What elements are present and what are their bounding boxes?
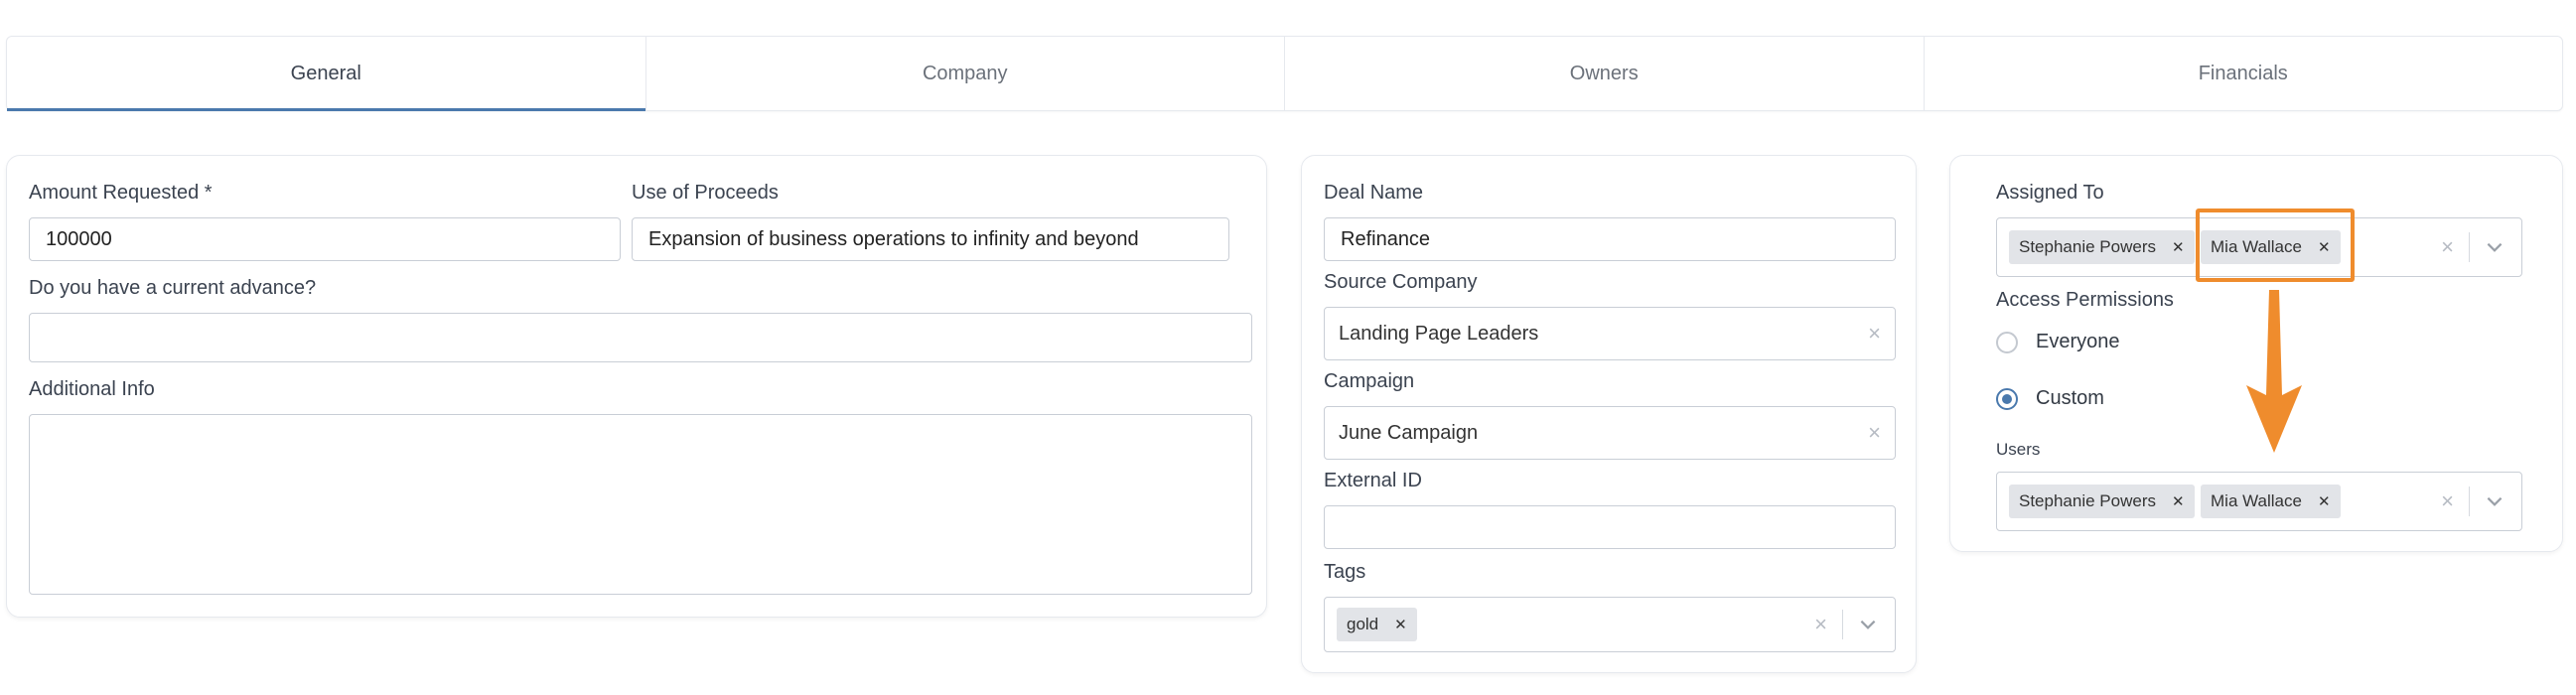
source-company-value: Landing Page Leaders [1339, 322, 1539, 345]
campaign-value: June Campaign [1339, 421, 1479, 444]
close-icon[interactable]: ✕ [2172, 492, 2185, 510]
tag-chip: gold ✕ [1337, 608, 1417, 641]
current-advance-label: Do you have a current advance? [29, 277, 317, 299]
user-chip: Stephanie Powers ✕ [2009, 485, 2195, 518]
amount-requested-input[interactable]: 100000 [29, 217, 621, 261]
radio-everyone[interactable] [1996, 332, 2018, 353]
campaign-select[interactable]: June Campaign × [1324, 406, 1896, 460]
deal-name-input[interactable]: Refinance [1324, 217, 1896, 261]
user-chip: Mia Wallace ✕ [2201, 485, 2341, 518]
chevron-down-icon[interactable] [2484, 236, 2505, 258]
tab-owners[interactable]: Owners [1285, 37, 1925, 110]
close-icon[interactable]: ✕ [1394, 616, 1407, 633]
tab-general[interactable]: General [7, 37, 646, 111]
external-id-input[interactable] [1324, 505, 1896, 549]
users-label: Users [1996, 440, 2041, 459]
assigned-to-label: Assigned To [1996, 182, 2104, 204]
user-chip-label: Stephanie Powers [2019, 491, 2156, 510]
radio-custom-label: Custom [2036, 387, 2104, 409]
close-icon[interactable]: × [2441, 490, 2454, 512]
campaign-label: Campaign [1324, 370, 1415, 392]
access-permissions-label: Access Permissions [1996, 289, 2174, 311]
tab-bar: General Company Owners Financials [6, 36, 2563, 111]
arrow-down-icon [2246, 290, 2302, 453]
chevron-down-icon[interactable] [1857, 614, 1879, 635]
tab-financials[interactable]: Financials [1925, 37, 2563, 110]
close-icon[interactable]: × [1814, 614, 1827, 635]
select-separator [1842, 610, 1843, 639]
tag-chip-label: gold [1347, 615, 1379, 633]
general-card: Amount Requested * 100000 Use of Proceed… [6, 155, 1267, 618]
user-chip-label: Mia Wallace [2211, 491, 2302, 510]
tags-label: Tags [1324, 561, 1366, 583]
close-icon[interactable]: ✕ [2172, 238, 2185, 256]
use-of-proceeds-input[interactable]: Expansion of business operations to infi… [632, 217, 1229, 261]
additional-info-textarea[interactable] [29, 414, 1252, 595]
chevron-down-icon[interactable] [2484, 490, 2505, 512]
close-icon[interactable]: × [1868, 422, 1881, 444]
radio-everyone-label: Everyone [2036, 331, 2120, 352]
external-id-label: External ID [1324, 470, 1422, 491]
assigned-chip-label: Stephanie Powers [2019, 237, 2156, 256]
current-advance-input[interactable] [29, 313, 1252, 362]
deal-name-label: Deal Name [1324, 182, 1424, 204]
select-separator [2469, 232, 2470, 262]
users-select[interactable]: Stephanie Powers ✕ Mia Wallace ✕ × [1996, 472, 2522, 531]
use-of-proceeds-label: Use of Proceeds [632, 182, 779, 204]
tags-select[interactable]: gold ✕ × [1324, 597, 1896, 652]
highlight-box [2196, 208, 2355, 282]
assigned-chip: Stephanie Powers ✕ [2009, 230, 2195, 264]
radio-custom[interactable] [1996, 388, 2018, 410]
select-separator [2469, 486, 2470, 516]
close-icon[interactable]: ✕ [2318, 492, 2331, 510]
amount-requested-label: Amount Requested * [29, 182, 213, 204]
tab-company[interactable]: Company [646, 37, 1285, 110]
deal-card: Deal Name Refinance Source Company Landi… [1301, 155, 1917, 673]
close-icon[interactable]: × [2441, 236, 2454, 258]
source-company-label: Source Company [1324, 271, 1478, 293]
additional-info-label: Additional Info [29, 378, 155, 400]
source-company-select[interactable]: Landing Page Leaders × [1324, 307, 1896, 360]
close-icon[interactable]: × [1868, 323, 1881, 345]
